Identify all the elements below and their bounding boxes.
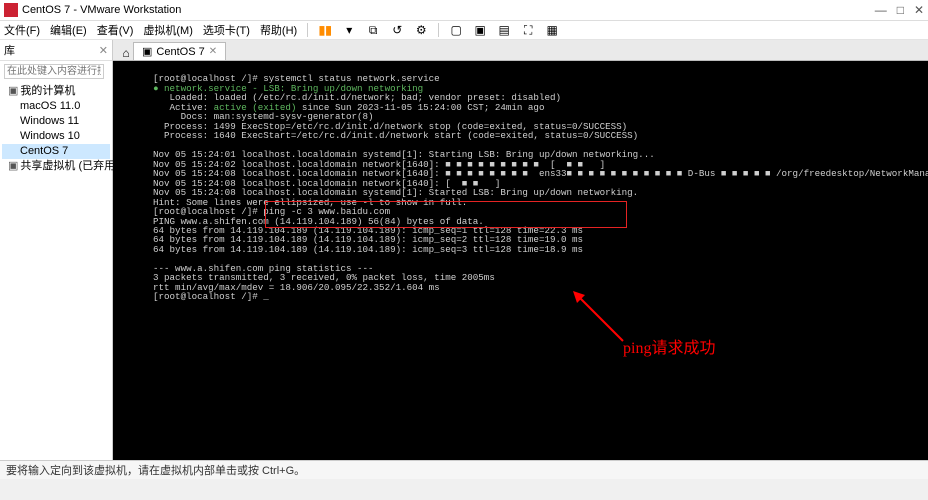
app-icon [4, 3, 18, 17]
vm-tree: ▣我的计算机 macOS 11.0 Windows 11 Windows 10 … [0, 82, 112, 176]
menu-view[interactable]: 查看(V) [97, 22, 134, 38]
tab-vm-icon: ▣ [142, 45, 152, 58]
menu-vm[interactable]: 虚拟机(M) [143, 22, 193, 38]
window-title: CentOS 7 - VMware Workstation [22, 4, 875, 16]
dropdown-icon[interactable]: ▾ [342, 23, 356, 37]
tree-item-macos[interactable]: macOS 11.0 [2, 99, 110, 114]
console-icon[interactable]: ▤ [497, 23, 511, 37]
pause-icon[interactable]: ▮▮ [318, 23, 332, 37]
minimize-button[interactable]: — [875, 3, 887, 17]
menu-bar: 文件(F) 编辑(E) 查看(V) 虚拟机(M) 选项卡(T) 帮助(H) ▮▮… [0, 21, 928, 40]
tree-root[interactable]: ▣我的计算机 [2, 84, 110, 99]
term-line: 64 bytes from 14.119.104.189 (14.119.104… [153, 244, 583, 255]
window-titlebar: CentOS 7 - VMware Workstation — □ ✕ [0, 0, 928, 21]
status-text: 要将输入定向到该虚拟机，请在虚拟机内部单击或按 Ctrl+G。 [6, 462, 305, 478]
layout-icon[interactable]: ▦ [545, 23, 559, 37]
tree-item-win10[interactable]: Windows 10 [2, 129, 110, 144]
unity-icon[interactable]: ▣ [473, 23, 487, 37]
snapshot-icon[interactable]: ⧉ [366, 23, 380, 37]
sidebar-title: 库 [4, 42, 15, 58]
manage-icon[interactable]: ⚙ [414, 23, 428, 37]
tab-centos7[interactable]: ▣ CentOS 7 ✕ [133, 42, 226, 60]
term-line: Process: 1640 ExecStart=/etc/rc.d/init.d… [153, 130, 638, 141]
menu-separator [307, 23, 308, 37]
toolbar-separator [438, 23, 439, 37]
vm-tabs: ⌂ ▣ CentOS 7 ✕ [113, 40, 928, 61]
terminal[interactable]: [root@localhost /]# systemctl status net… [113, 61, 928, 460]
maximize-button[interactable]: □ [897, 3, 904, 17]
revert-icon[interactable]: ↺ [390, 23, 404, 37]
sidebar-search-input[interactable] [4, 64, 104, 79]
fullscreen-icon[interactable]: ▢ [449, 23, 463, 37]
sidebar-close-icon[interactable]: ✕ [99, 44, 108, 57]
annotation-text: ping请求成功 [623, 341, 715, 357]
tab-close-icon[interactable]: ✕ [209, 46, 217, 57]
status-bar: 要将输入定向到该虚拟机，请在虚拟机内部单击或按 Ctrl+G。 [0, 460, 928, 479]
close-button[interactable]: ✕ [914, 3, 924, 17]
menu-file[interactable]: 文件(F) [4, 22, 40, 38]
tree-shared[interactable]: ▣共享虚拟机 (已弃用) [2, 159, 110, 174]
menu-help[interactable]: 帮助(H) [260, 22, 297, 38]
menu-edit[interactable]: 编辑(E) [50, 22, 87, 38]
tree-item-centos7[interactable]: CentOS 7 [2, 144, 110, 159]
library-sidebar: 库 ✕ ▣我的计算机 macOS 11.0 Windows 11 Windows… [0, 40, 113, 460]
tree-item-win11[interactable]: Windows 11 [2, 114, 110, 129]
main-area: ⌂ ▣ CentOS 7 ✕ [root@localhost /]# syste… [113, 40, 928, 460]
menu-tabs[interactable]: 选项卡(T) [203, 22, 250, 38]
home-tab-icon[interactable]: ⌂ [119, 46, 133, 60]
term-line: [root@localhost /]# _ [153, 291, 269, 302]
stretch-icon[interactable]: ⛶ [521, 23, 535, 37]
tab-label: CentOS 7 [156, 46, 204, 58]
